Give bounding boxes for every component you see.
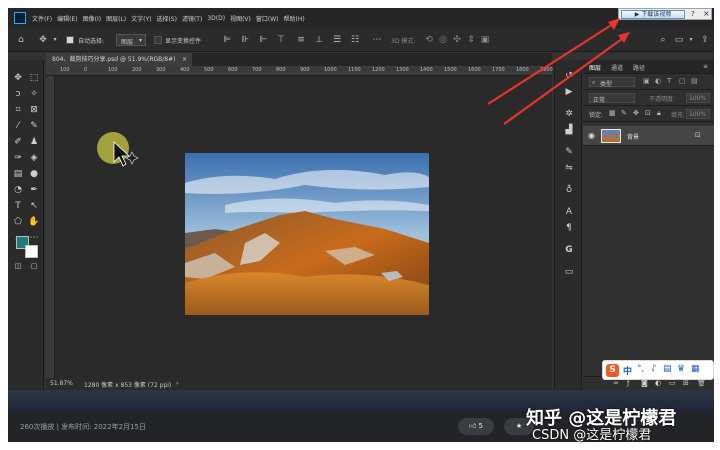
skin-icon[interactable]: ♛ (677, 364, 685, 374)
ime-language-toggle[interactable]: 中 (623, 364, 632, 377)
annotation-arrows (487, 18, 630, 125)
annotation-arrowhead (608, 18, 620, 30)
star-icon: ★ (515, 422, 523, 430)
like-count: 5 (478, 422, 484, 430)
punctuation-icon[interactable]: °, (637, 364, 644, 374)
annotation-arrow (503, 35, 627, 125)
toolbox-icon[interactable]: ▦ (691, 364, 700, 374)
ime-logo-icon[interactable]: S (606, 364, 619, 377)
watermark-csdn: CSDN @这是柠檬君 (532, 428, 652, 443)
keyboard-icon[interactable]: ▤ (663, 364, 672, 374)
microphone-icon[interactable]: ♪ (651, 364, 657, 374)
like-button[interactable]: 👍︎ 5 (458, 418, 494, 435)
thumbs-up-icon: 👍︎ (468, 422, 477, 430)
annotation-arrow (487, 21, 617, 105)
ime-toolbar: S 中 °, ♪ ▤ ♛ ▦ (602, 360, 714, 380)
video-meta: 260次播放 | 发布时间: 2022年2月15日 (20, 423, 146, 431)
